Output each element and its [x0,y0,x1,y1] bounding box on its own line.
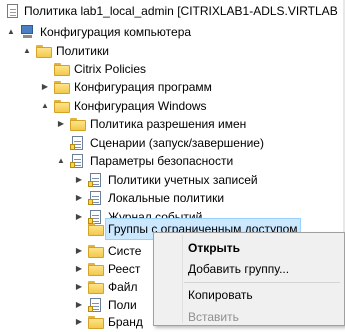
collapse-icon[interactable]: ▲ [56,151,66,171]
security-settings-icon [70,153,86,169]
expand-icon[interactable]: ▶ [74,259,84,279]
menu-item-paste[interactable]: Вставить [156,306,342,328]
expand-icon[interactable]: ▶ [74,277,84,297]
tree-node-label: Локальные политики [108,191,225,205]
tree-node-citrix-policies[interactable]: Citrix Policies [0,59,148,79]
folder-icon [70,116,86,132]
tree-node-local-policies[interactable]: ▶ Локальные политики [0,188,226,208]
tree-node-registry[interactable]: ▶ Реест [0,259,142,279]
context-menu: Открыть Добавить группу... Копировать Вс… [153,232,345,326]
local-policies-icon [88,190,104,206]
folder-icon [36,43,52,59]
tree-node-security-settings[interactable]: ▲ Параметры безопасности [0,151,235,171]
tree-node-label: Политика разрешения имен [90,117,247,131]
tree-node-label: Конфигурация Windows [74,99,207,113]
tree-node-windows-config[interactable]: ▲ Конфигурация Windows [0,96,209,116]
tree-node-label: Citrix Policies [74,62,147,76]
tree-node-label: Политики [56,44,109,58]
tree-node-name-resolution[interactable]: ▶ Политика разрешения имен [0,114,248,134]
tree-node-software-config[interactable]: ▶ Конфигурация программ [0,77,214,97]
expand-icon[interactable]: ▶ [74,188,84,208]
tree-node-computer-config[interactable]: ▲ Конфигурация компьютера [0,22,193,42]
tree-node-file-system[interactable]: ▶ Файл [0,277,140,297]
tree-node-label: Сценарии (запуск/завершение) [90,136,264,150]
collapse-icon[interactable]: ▲ [22,41,32,61]
tree-node-label: Политики учетных записей [108,173,258,187]
folder-icon [88,279,104,295]
folder-icon [54,61,70,77]
menu-item-open[interactable]: Открыть [156,237,342,259]
expand-icon[interactable]: ▶ [40,77,50,97]
scripts-icon [70,135,86,151]
computer-icon [20,24,36,40]
tree-node-policies[interactable]: ▲ Политики [0,41,111,61]
tree-node-label: Бранд [108,315,143,329]
network-policies-icon [88,297,104,313]
tree-node-label: Файл [108,280,138,294]
expand-icon[interactable]: ▶ [56,114,66,134]
tree-node-gpo-root[interactable]: Политика lab1_local_admin [CITRIXLAB1-AD… [0,1,340,21]
tree-node-label: Конфигурация программ [74,80,212,94]
tree-node-label: Систе [108,244,142,258]
expand-icon[interactable]: ▶ [74,241,84,261]
menu-separator [184,282,340,283]
menu-item-add-group[interactable]: Добавить группу... [156,258,342,280]
expand-icon[interactable]: ▶ [74,312,84,332]
expand-icon[interactable]: ▶ [74,170,84,190]
tree-node-system-services[interactable]: ▶ Систе [0,241,143,261]
tree-node-scripts[interactable]: Сценарии (запуск/завершение) [0,133,266,153]
collapse-icon[interactable]: ▲ [40,96,50,116]
folder-icon [88,243,104,259]
tree-node-label: Конфигурация компьютера [40,25,192,39]
folder-icon [54,98,70,114]
collapse-icon[interactable]: ▲ [6,22,16,42]
folder-icon [88,314,104,330]
tree-node-label: Политика lab1_local_admin [CITRIXLAB1-AD… [24,4,338,18]
account-policies-icon [88,172,104,188]
tree-node-firewall[interactable]: ▶ Бранд [0,312,145,332]
tree-node-account-policies[interactable]: ▶ Политики учетных записей [0,170,260,190]
tree-node-label: Реест [108,262,141,276]
tree-node-label: Параметры безопасности [90,154,234,168]
folder-icon [88,261,104,277]
policy-icon [4,3,20,19]
folder-icon [54,79,70,95]
menu-item-copy[interactable]: Копировать [156,284,342,306]
